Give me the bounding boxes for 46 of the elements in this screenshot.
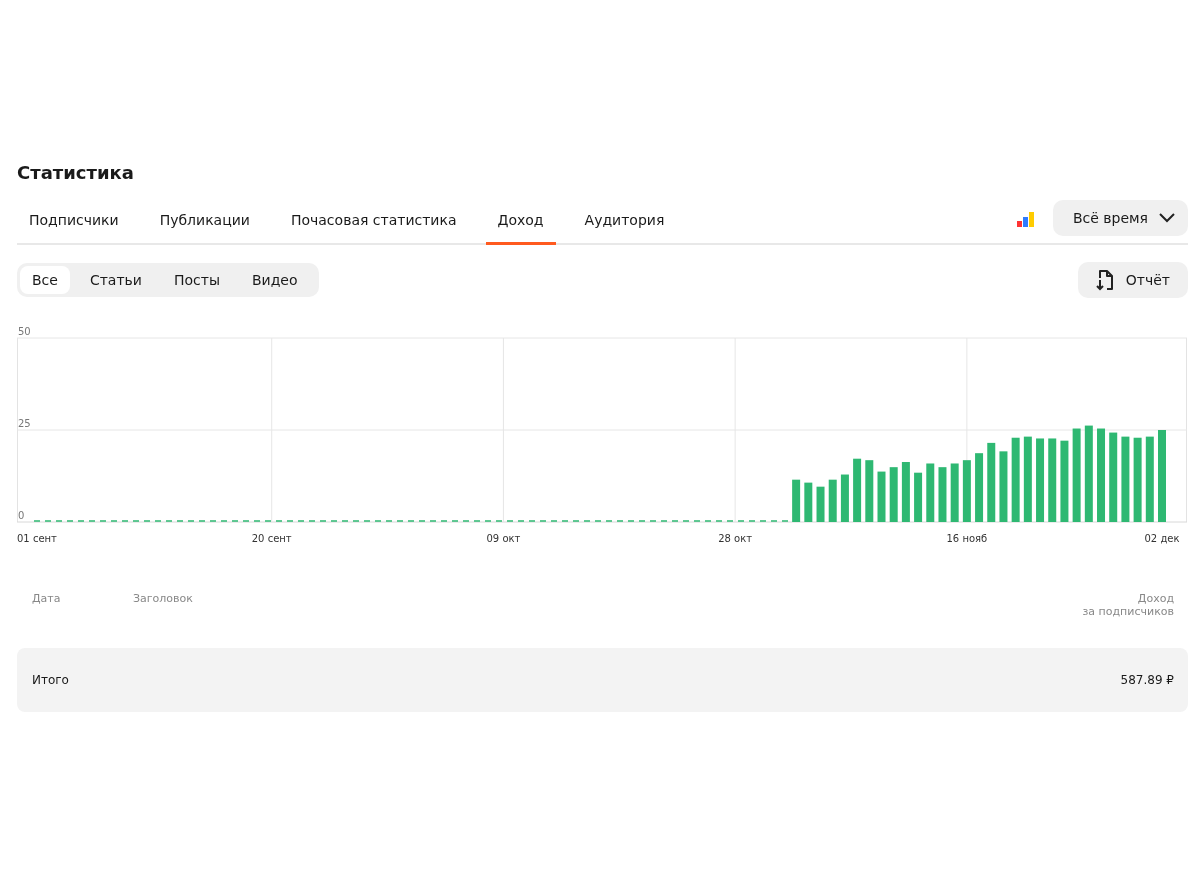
tab[interactable]: Доход — [485, 197, 556, 245]
tab[interactable]: Подписчики — [17, 197, 131, 245]
bar — [962, 460, 971, 522]
axis-label: 01 сент — [17, 533, 57, 544]
period-dropdown[interactable]: Всё время — [1052, 200, 1188, 236]
filter-option[interactable]: Посты — [161, 266, 232, 294]
tab[interactable]: Публикации — [147, 197, 262, 245]
filter-option[interactable]: Видео — [239, 266, 310, 294]
bar — [840, 474, 849, 522]
bar — [816, 486, 825, 522]
axis-label: 50 — [18, 326, 31, 337]
total-value: 587.89 ₽ — [1120, 673, 1174, 687]
chevron-down-icon — [1158, 212, 1176, 224]
bar — [804, 482, 813, 522]
axis-label: 16 нояб — [946, 533, 988, 544]
report-button[interactable]: Отчёт — [1077, 262, 1188, 298]
file-download-icon — [1095, 269, 1114, 291]
axis-label: 0 — [18, 510, 25, 521]
bar — [914, 472, 923, 522]
bar-chart-icon — [1016, 212, 1035, 228]
bar — [901, 462, 910, 522]
column-header: Заголовок — [133, 592, 194, 607]
bar — [853, 458, 862, 522]
bar — [999, 451, 1008, 522]
page-title: Статистика — [17, 162, 135, 183]
bar — [828, 479, 837, 522]
axis-label: 20 сент — [251, 533, 292, 544]
axis-label: 09 окт — [486, 533, 521, 544]
bar — [889, 467, 898, 522]
total-label: Итого — [32, 673, 69, 687]
tab[interactable]: Аудитория — [572, 197, 677, 245]
filter-option[interactable]: Все — [20, 266, 70, 294]
column-header: Дата — [32, 592, 62, 607]
bar — [877, 471, 886, 522]
bar — [926, 463, 935, 522]
bar — [975, 453, 984, 522]
tab[interactable]: Почасовая статистика — [278, 197, 469, 245]
bar — [950, 463, 959, 522]
axis-label: 28 окт — [718, 533, 753, 544]
column-header: Доход за подписчиков — [1082, 592, 1174, 618]
bar — [792, 479, 801, 522]
filter-option[interactable]: Статьи — [77, 266, 154, 294]
axis-label: 25 — [18, 418, 31, 429]
axis-label: 02 дек — [1144, 533, 1180, 544]
bar — [938, 467, 947, 522]
bar — [865, 460, 874, 522]
